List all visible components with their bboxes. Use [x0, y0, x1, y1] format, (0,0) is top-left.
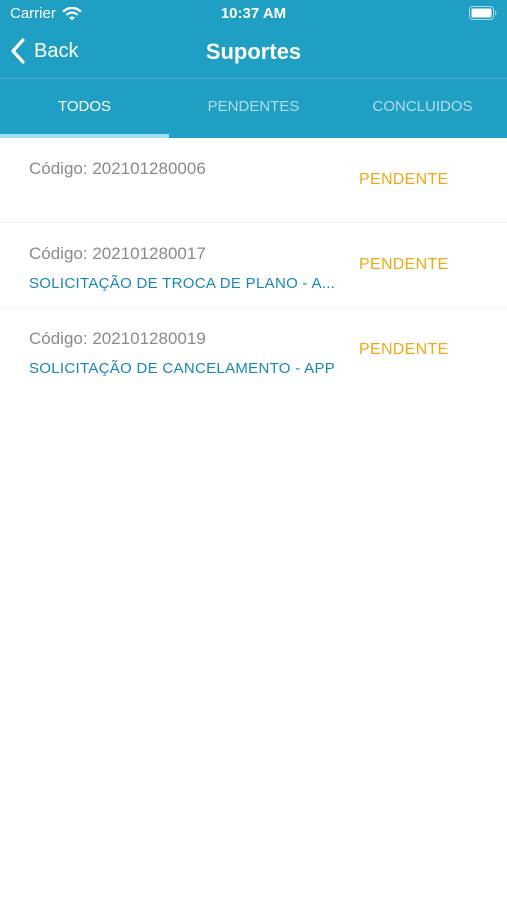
tab-pendentes[interactable]: PENDENTES: [169, 79, 338, 138]
ticket-status-badge: PENDENTE: [359, 341, 449, 358]
ticket-row[interactable]: Código: 202101280019 SOLICITAÇÃO DE CANC…: [0, 308, 507, 392]
ticket-list: Código: 202101280006 PENDENTE Código: 20…: [0, 138, 507, 392]
battery-icon: [469, 6, 497, 20]
nav-bar: Back Suportes: [0, 28, 507, 78]
page-title: Suportes: [205, 39, 302, 64]
tab-todos[interactable]: TODOS: [0, 79, 169, 138]
ticket-row[interactable]: Código: 202101280006 PENDENTE: [0, 138, 507, 223]
status-bar: Carrier 10:37 AM: [0, 0, 507, 28]
ticket-subject: SOLICITAÇÃO DE CANCELAMENTO - APP: [29, 360, 336, 377]
ticket-row[interactable]: Código: 202101280017 SOLICITAÇÃO DE TROC…: [0, 223, 507, 308]
tab-bar: TODOS PENDENTES CONCLUIDOS: [0, 79, 507, 138]
ticket-code: Código: 202101280017: [29, 244, 206, 263]
ticket-subject: SOLICITAÇÃO DE TROCA DE PLANO - A...: [29, 275, 336, 292]
header: Carrier 10:37 AM Back Suportes TODOS PEN…: [0, 0, 507, 138]
ticket-status-badge: PENDENTE: [359, 256, 449, 273]
ticket-status-badge: PENDENTE: [359, 171, 449, 188]
tab-concluidos[interactable]: CONCLUIDOS: [338, 79, 507, 138]
ticket-code: Código: 202101280019: [29, 329, 206, 348]
ticket-code: Código: 202101280006: [29, 159, 206, 178]
status-time: 10:37 AM: [220, 5, 287, 22]
